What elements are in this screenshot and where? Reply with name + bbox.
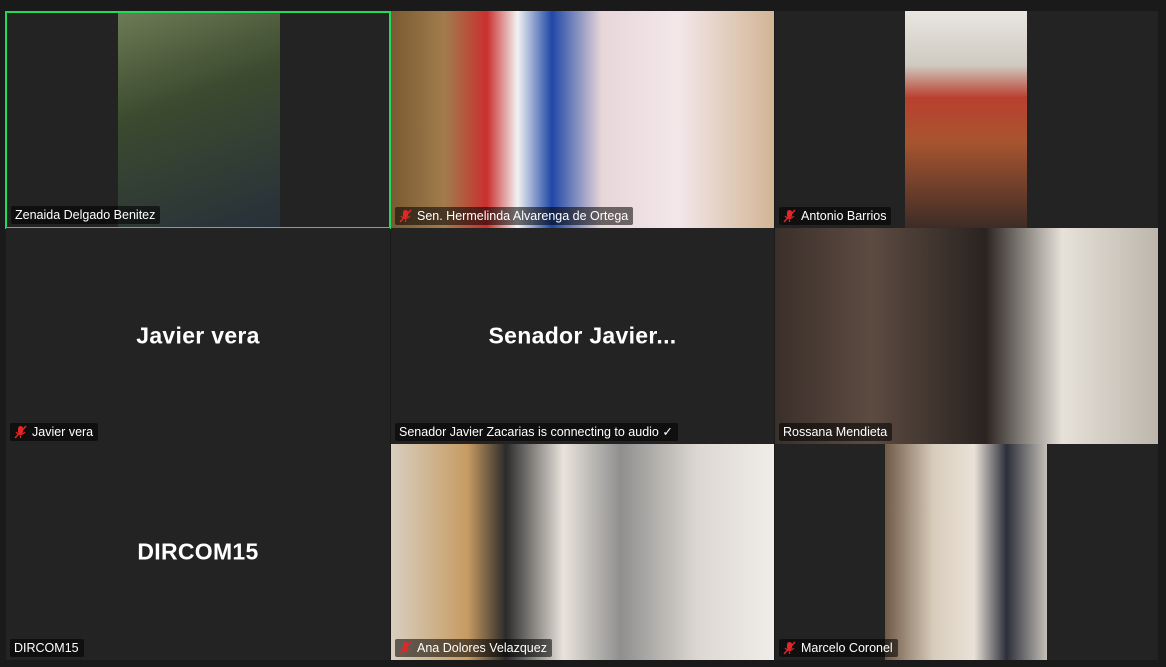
video-tile-dircom15[interactable]: DIRCOM15 DIRCOM15 [6,444,390,660]
participant-name: Rossana Mendieta [783,425,888,439]
participant-video [391,11,774,228]
video-tile-zenaida[interactable]: Zenaida Delgado Benitez [5,11,391,229]
participant-name-label: Marcelo Coronel [779,639,898,657]
participant-video [391,444,774,660]
video-gallery: Zenaida Delgado Benitez Sen. Hermelinda … [0,0,1166,667]
participant-name: Sen. Hermelinda Alvarenga de Ortega [417,209,629,223]
participant-display-name: Senador Javier... [488,322,677,349]
video-tile-rossana[interactable]: Rossana Mendieta [775,228,1158,444]
video-tile-antonio[interactable]: Antonio Barrios [775,11,1158,228]
participant-name: DIRCOM15 [14,641,79,655]
mic-muted-icon [399,641,412,655]
mic-muted-icon [783,641,796,655]
video-tile-marcelo[interactable]: Marcelo Coronel [775,444,1158,660]
participant-name: Marcelo Coronel [801,641,893,655]
participant-name: Javier vera [32,425,94,439]
video-tile-javier-zacarias[interactable]: Senador Javier... Senador Javier Zacaria… [391,228,774,444]
participant-name: Senador Javier Zacarias is connecting to… [399,425,673,439]
participant-name-label: Zenaida Delgado Benitez [11,206,161,224]
video-tile-ana[interactable]: Ana Dolores Velazquez [391,444,774,660]
participant-name-label: Antonio Barrios [779,207,892,225]
participant-name-label: Senador Javier Zacarias is connecting to… [395,423,678,441]
participant-name-label: Sen. Hermelinda Alvarenga de Ortega [395,207,634,225]
mic-muted-icon [14,425,27,439]
participant-video [118,13,280,227]
participant-name: Antonio Barrios [801,209,887,223]
participant-name-label: Javier vera [10,423,99,441]
video-tile-javier-vera[interactable]: Javier vera Javier vera [6,228,390,444]
participant-name: Zenaida Delgado Benitez [15,208,156,222]
participant-name: Ana Dolores Velazquez [417,641,547,655]
participant-display-name: Javier vera [136,322,260,349]
participant-name-label: Rossana Mendieta [779,423,893,441]
participant-name-label: Ana Dolores Velazquez [395,639,552,657]
participant-video [885,444,1047,660]
mic-muted-icon [399,209,412,223]
participant-video [905,11,1027,228]
participant-display-name: DIRCOM15 [137,538,259,565]
participant-video [775,228,1158,444]
mic-muted-icon [783,209,796,223]
participant-name-label: DIRCOM15 [10,639,84,657]
video-tile-hermelinda[interactable]: Sen. Hermelinda Alvarenga de Ortega [391,11,774,228]
